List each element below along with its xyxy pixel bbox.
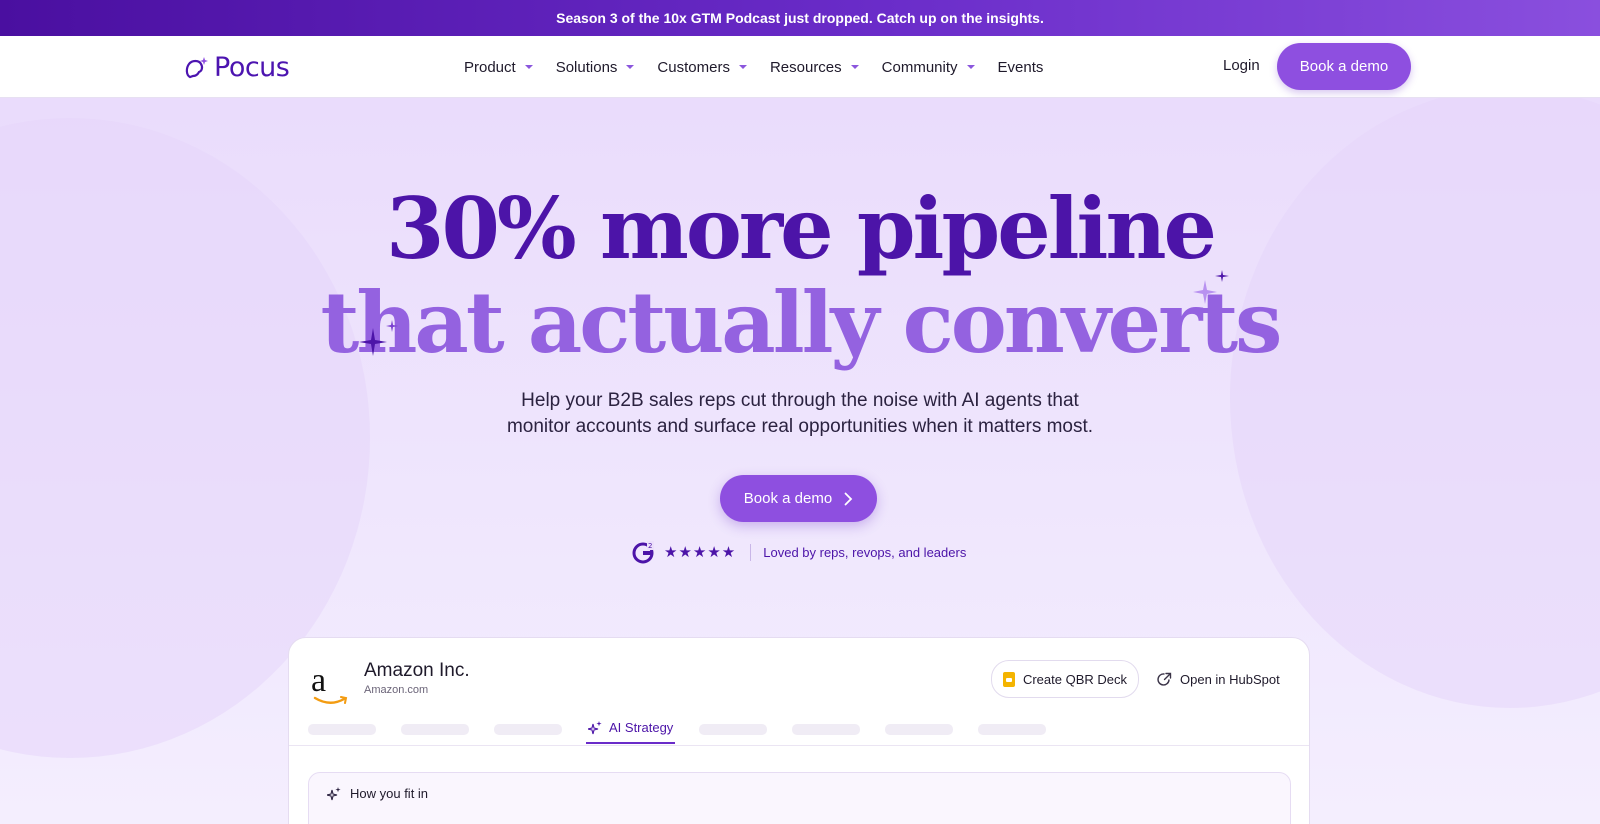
amazon-logo: a	[311, 662, 327, 699]
divider	[750, 543, 752, 561]
panel-title-label: How you fit in	[350, 786, 429, 801]
chevron-down-icon	[626, 65, 635, 69]
company-name: Amazon Inc.	[364, 660, 470, 681]
sparkle-icon	[1193, 270, 1229, 304]
tab-placeholder[interactable]	[494, 724, 562, 735]
nav-item-customers[interactable]: Customers	[657, 59, 747, 76]
sparkles-icon	[588, 720, 602, 734]
chevron-down-icon	[850, 65, 859, 69]
nav-item-resources[interactable]: Resources	[770, 59, 859, 76]
tab-ai-strategy-label: AI Strategy	[609, 719, 674, 735]
open-in-hubspot-button[interactable]: Open in HubSpot	[1157, 660, 1280, 698]
svg-text:2: 2	[648, 542, 652, 550]
login-link[interactable]: Login	[1223, 57, 1260, 74]
hero-subtitle-line-1: Help your B2B sales reps cut through the…	[521, 390, 1079, 411]
book-demo-button[interactable]: Book a demo	[1277, 43, 1411, 90]
main-menu: Product Solutions Customers Resources Co…	[464, 36, 1066, 98]
nav-item-community[interactable]: Community	[882, 59, 975, 76]
brand-name: Pocus	[214, 52, 290, 83]
account-tabs: AI Strategy	[289, 718, 1309, 746]
nav-item-label: Resources	[769, 58, 842, 76]
tab-placeholder[interactable]	[401, 724, 469, 735]
chevron-down-icon	[738, 65, 747, 69]
company-url[interactable]: Amazon.com	[364, 684, 428, 696]
hero-subtitle-line-2: monitor accounts and surface real opport…	[506, 416, 1094, 437]
announcement-text[interactable]: Season 3 of the 10x GTM Podcast just dro…	[556, 10, 1044, 26]
tab-placeholder[interactable]	[308, 724, 376, 735]
chevron-right-icon	[844, 492, 853, 505]
top-nav: Pocus Product Solutions Customers Resour…	[0, 36, 1600, 98]
amazon-smile-icon	[313, 696, 348, 704]
create-qbr-deck-button[interactable]: Create QBR Deck	[991, 660, 1139, 698]
g2-icon: 2	[632, 541, 654, 564]
nav-item-label: Community	[881, 58, 958, 76]
chevron-down-icon	[966, 65, 975, 69]
hero-book-demo-button[interactable]: Book a demo	[720, 475, 877, 522]
account-card: a Amazon Inc. Amazon.com Create QBR Deck…	[288, 637, 1310, 824]
create-qbr-deck-label: Create QBR Deck	[1022, 671, 1128, 687]
announcement-bar[interactable]: Season 3 of the 10x GTM Podcast just dro…	[0, 0, 1600, 36]
nav-item-label: Customers	[657, 58, 730, 76]
panel-title: How you fit in	[327, 786, 428, 801]
hero-cta-label: Book a demo	[743, 490, 833, 507]
slides-icon	[1002, 671, 1015, 687]
open-in-hubspot-label: Open in HubSpot	[1180, 671, 1280, 687]
external-link-icon	[1157, 672, 1172, 686]
nav-item-label: Events	[997, 58, 1044, 76]
hero-section: 30% more pipeline that actually converts…	[0, 98, 1600, 824]
rating-row: 2 ★★★★★ Loved by reps, revops, and leade…	[632, 539, 966, 565]
nav-item-label: Solutions	[555, 58, 618, 76]
nav-item-events[interactable]: Events	[998, 59, 1044, 76]
nav-item-solutions[interactable]: Solutions	[556, 59, 635, 76]
nav-item-label: Product	[464, 58, 516, 76]
tab-placeholder[interactable]	[978, 724, 1046, 735]
tab-placeholder[interactable]	[792, 724, 860, 735]
nav-item-product[interactable]: Product	[464, 59, 533, 76]
sparkles-icon	[327, 787, 341, 801]
headline-line-2: that actually converts	[320, 273, 1283, 372]
headline-line-1: 30% more pipeline	[386, 179, 1217, 278]
star-rating: ★★★★★	[664, 544, 737, 561]
rating-text: Loved by reps, revops, and leaders	[763, 544, 967, 560]
tab-placeholder[interactable]	[699, 724, 767, 735]
chevron-down-icon	[524, 65, 533, 69]
sparkle-icon	[359, 320, 398, 356]
tab-ai-strategy[interactable]: AI Strategy	[586, 718, 676, 744]
pocus-logo-icon	[185, 56, 208, 78]
tab-placeholder[interactable]	[885, 724, 953, 735]
pocus-logo[interactable]: Pocus	[184, 52, 290, 83]
how-you-fit-in-panel: How you fit in	[308, 772, 1291, 824]
